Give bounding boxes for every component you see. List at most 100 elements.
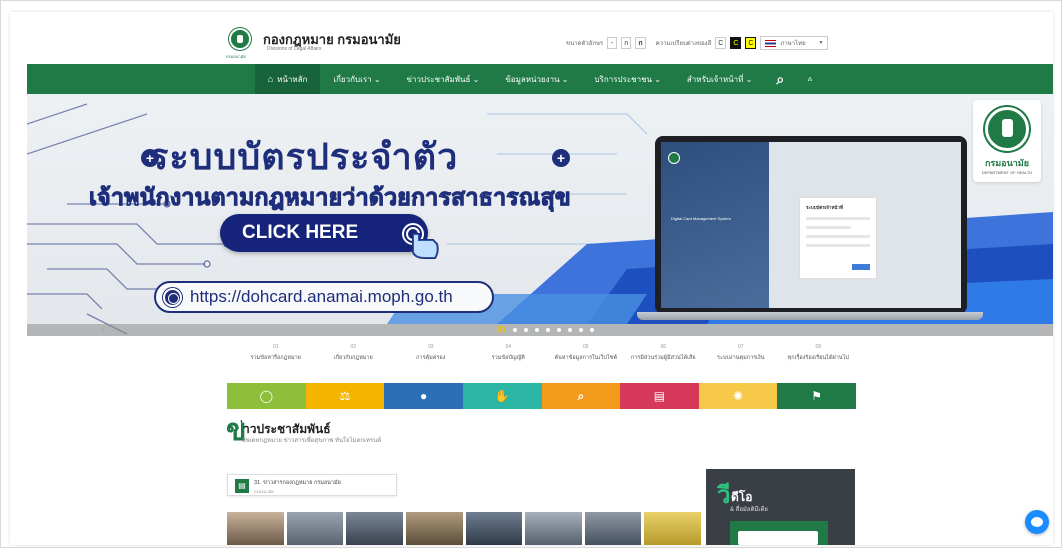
nav-home[interactable]: ⌂ หน้าหลัก xyxy=(254,64,321,94)
quick-link-number: 04 xyxy=(505,344,512,350)
main-nav: ⌂ หน้าหลัก เกี่ยวกับเรา ⌄ ข่าวประชาสัมพั… xyxy=(27,64,1053,94)
slider-dot[interactable] xyxy=(513,328,517,332)
messenger-chat-icon[interactable] xyxy=(1025,510,1049,534)
quick-link-item[interactable]: 03 การคุ้มครอง xyxy=(392,344,470,372)
contrast-yellow-button[interactable]: C xyxy=(745,37,757,49)
quick-link-item[interactable]: 07 ระบบงานคุมการเงิน xyxy=(702,344,780,372)
news-photos xyxy=(227,512,701,545)
quick-link-number: 05 xyxy=(582,344,589,350)
accessibility-toolbar: ขนาดตัวอักษร - ก ก ความเปรียบต่างของสี C… xyxy=(566,36,829,50)
gear-icon[interactable]: ✺ xyxy=(698,383,778,409)
department-of-health-logo: กรมอนามัย DEPARTMENT OF HEALTH xyxy=(973,100,1041,182)
contrast-dark-button[interactable]: C xyxy=(730,37,742,49)
quick-link-number: 06 xyxy=(660,344,667,350)
slider-dot[interactable] xyxy=(535,328,539,332)
screen-logo-icon xyxy=(668,152,680,164)
quick-link-label: ทุกเรื่องร้องเรียนได้ผ่านไป xyxy=(787,355,849,361)
font-small-button[interactable]: ก xyxy=(621,37,632,49)
video-link-inner xyxy=(738,531,818,545)
chevron-left-icon[interactable]: ‹ xyxy=(101,320,106,336)
nav-agency-info[interactable]: ข้อมูลหน่วยงาน ⌄ xyxy=(492,64,581,94)
nav-public-services[interactable]: บริการประชาชน ⌄ xyxy=(581,64,673,94)
quick-link-label: ค้นหาข้อมูลการในเว็บไซต์ xyxy=(554,355,618,361)
quick-link-item[interactable]: 06 การมีส่วนร่วมผู้มีส่วนได้เสีย xyxy=(625,344,703,372)
screen-login-line xyxy=(806,235,870,238)
quick-link-label: ระบบงานคุมการเงิน xyxy=(717,355,765,361)
font-large-button[interactable]: ก xyxy=(635,37,646,49)
quick-links: 01 รวมข้อหารือกฎหมาย 02 เกี่ยวกับกฎหมาย 03 กา… xyxy=(237,344,857,372)
nav-staff[interactable]: สำหรับเจ้าหน้าที่ ⌄ xyxy=(674,64,765,94)
chat-icon[interactable]: ◯ xyxy=(227,383,306,409)
slider-dot[interactable] xyxy=(524,328,528,332)
quick-link-number: 01 xyxy=(272,344,279,350)
department-logo-icon[interactable] xyxy=(229,28,251,50)
news-photo[interactable] xyxy=(346,512,403,545)
news-photo[interactable] xyxy=(584,512,642,545)
web-page: กรมอนามัย กองกฎหมาย กรมอนามัย Divisions … xyxy=(10,12,1053,545)
user-circle-icon[interactable]: ● xyxy=(384,383,463,409)
quick-link-item[interactable]: 02 เกี่ยวกับกฎหมาย xyxy=(315,344,393,372)
slide-number: 01 xyxy=(497,325,506,334)
news-photo[interactable] xyxy=(525,512,582,545)
news-photo[interactable] xyxy=(644,512,701,545)
screen-left-text: Digital Card Management System xyxy=(671,216,731,221)
slider-dot[interactable] xyxy=(568,328,572,332)
slider-dot[interactable] xyxy=(590,328,594,332)
video-panel: วี ดีโอ & สื่อมัลติมีเดีย xyxy=(706,469,855,545)
laptop-mockup: Digital Card Management System ระบบบัตรเ… xyxy=(655,136,967,314)
plus-icon: + xyxy=(552,149,570,167)
language-select[interactable]: ภาษาไทย ▼ xyxy=(760,36,829,50)
banner-url[interactable]: https://dohcard.anamai.moph.go.th xyxy=(154,281,494,313)
search-icon[interactable]: ⌕ xyxy=(765,64,795,94)
search-icon[interactable]: ⌕ xyxy=(541,383,621,409)
video-link-box[interactable] xyxy=(730,521,828,545)
slider-dot[interactable] xyxy=(546,328,550,332)
news-photo[interactable] xyxy=(405,512,463,545)
nav-about[interactable]: เกี่ยวกับเรา ⌄ xyxy=(320,64,393,94)
slider-dot[interactable] xyxy=(579,328,583,332)
document-icon: ▤ xyxy=(235,479,249,493)
quick-link-label: การมีส่วนร่วมผู้มีส่วนได้เสีย xyxy=(630,355,696,361)
pointer-hand-icon xyxy=(402,223,439,259)
news-photo[interactable] xyxy=(465,512,523,545)
site-header: กรมอนามัย กองกฎหมาย กรมอนามัย Divisions … xyxy=(10,12,1053,64)
quick-link-item[interactable]: 04 รวมข้อบัญญัติ xyxy=(470,344,548,372)
site-subtitle: Divisions of Legal Affairs xyxy=(267,46,322,52)
click-here-button[interactable]: CLICK HERE xyxy=(220,214,428,252)
home-icon: ⌂ xyxy=(267,74,274,84)
globe-icon xyxy=(163,288,182,307)
law-scale-icon[interactable]: ⚖ xyxy=(305,383,385,409)
screen-login-line xyxy=(806,217,870,220)
logo-name: กรมอนามัย xyxy=(984,158,1030,168)
screen-login-line xyxy=(806,226,851,229)
hero-banner[interactable]: + ระบบบัตรประจำตัว + เจ้าพนักงานตามกฎหมา… xyxy=(27,94,1053,336)
quick-link-item[interactable]: 08 ทุกเรื่องร้องเรียนได้ผ่านไป xyxy=(780,344,858,372)
news-card[interactable]: ▤ 31. ข่าวสารกองกฎหมาย กรมอนามัย กรมอนาม… xyxy=(227,474,397,496)
service-tiles: ◯ ⚖ ● ✋ ⌕ ▤ ✺ ⚑ xyxy=(227,383,856,409)
quick-link-number: 08 xyxy=(815,344,822,350)
quick-link-item[interactable]: 05 ค้นหาข้อมูลการในเว็บไซต์ xyxy=(547,344,625,372)
banner-title: ระบบบัตรประจำตัว xyxy=(149,136,459,177)
quick-link-label: การคุ้มครอง xyxy=(416,355,446,361)
hand-icon[interactable]: ✋ xyxy=(462,383,542,409)
news-photo[interactable] xyxy=(227,512,284,545)
contrast-normal-button[interactable]: C xyxy=(715,37,727,49)
chevron-down-icon: ▼ xyxy=(818,40,824,46)
font-decrease-button[interactable]: - xyxy=(607,37,618,49)
document-icon[interactable]: ▤ xyxy=(620,383,699,409)
slider-dot[interactable] xyxy=(557,328,561,332)
video-subtitle: & สื่อมัลติมีเดีย xyxy=(730,507,768,513)
news-card-title: 31. ข่าวสารกองกฎหมาย กรมอนามัย xyxy=(254,480,341,486)
quick-link-item[interactable]: 01 รวมข้อหารือกฎหมาย xyxy=(237,344,315,372)
screen-login-form: ระบบบัตรเจ้าหน้าที่ xyxy=(799,197,877,279)
news-card-sub: กรมอนามัย xyxy=(254,489,274,494)
screen-login-title: ระบบบัตรเจ้าหน้าที่ xyxy=(806,205,843,210)
screen-login-button xyxy=(852,264,870,270)
news-photo[interactable] xyxy=(286,512,344,545)
nav-news[interactable]: ข่าวประชาสัมพันธ์ ⌄ xyxy=(394,64,493,94)
flag-icon[interactable]: ⚑ xyxy=(777,383,856,409)
sitemap-icon[interactable] xyxy=(795,64,825,94)
quick-link-number: 02 xyxy=(350,344,357,350)
quick-link-number: 07 xyxy=(737,344,744,350)
quick-link-label: เกี่ยวกับกฎหมาย xyxy=(333,355,373,361)
